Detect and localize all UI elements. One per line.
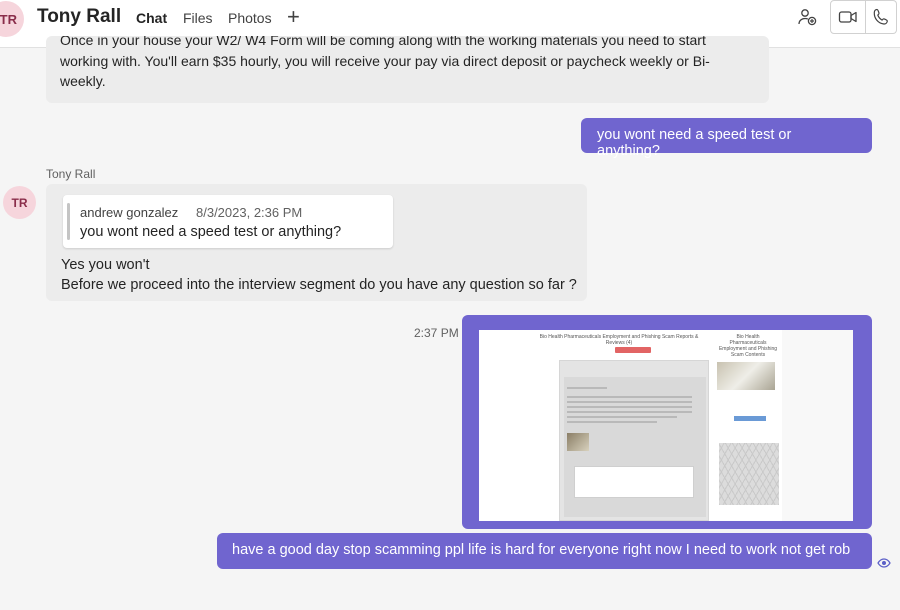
screenshot-text-line: [567, 396, 692, 398]
screenshot-pattern-block: [719, 443, 779, 505]
screenshot-text-line: [567, 387, 607, 389]
quote-bar: [67, 203, 70, 240]
message-line: working with. You'll earn $35 hourly, yo…: [60, 52, 710, 69]
received-message[interactable]: andrew gonzalez 8/3/2023, 2:36 PM you wo…: [46, 184, 587, 301]
received-message[interactable]: Once in your house your W2/ W4 Form will…: [46, 36, 769, 103]
screenshot-red-button: [615, 347, 651, 353]
sent-message[interactable]: have a good day stop scamming ppl life i…: [217, 533, 872, 569]
message-body: Yes you won't Before we proceed into the…: [61, 255, 577, 295]
plus-icon[interactable]: +: [287, 4, 300, 30]
message-line: Once in your house your W2/ W4 Form will…: [60, 36, 706, 48]
screenshot-side-title: Bio Health Pharmaceuticals Employment an…: [718, 334, 778, 358]
eye-icon: [877, 555, 891, 573]
screenshot-text-line: [567, 401, 692, 403]
message-line: weekly.: [60, 73, 106, 89]
screenshot-diagram: [574, 466, 694, 498]
phone-call-icon[interactable]: [865, 0, 897, 34]
screenshot-text-line: [567, 411, 692, 413]
quote-text: you wont need a speed test or anything?: [80, 224, 342, 240]
quote-timestamp: 8/3/2023, 2:36 PM: [196, 205, 303, 220]
chat-title: Tony Rall: [37, 6, 122, 27]
people-add-icon[interactable]: [794, 0, 820, 34]
tab-files[interactable]: Files: [183, 10, 213, 26]
screenshot-text-line: [567, 421, 657, 423]
screenshot-right-margin: [782, 330, 853, 521]
message-timestamp: 2:37 PM: [414, 326, 459, 340]
screenshot-title: Bio Health Pharmaceuticals Employment an…: [539, 334, 699, 346]
tab-chat[interactable]: Chat: [136, 10, 167, 26]
tab-photos[interactable]: Photos: [228, 10, 272, 26]
sent-message[interactable]: you wont need a speed test or anything?: [581, 118, 872, 159]
quote-author: andrew gonzalez: [80, 205, 179, 220]
webpage-screenshot-image[interactable]: Bio Health Pharmaceuticals Employment an…: [479, 330, 853, 521]
screenshot-text-line: [567, 416, 677, 418]
avatar[interactable]: TR: [0, 1, 24, 37]
message-line: Before we proceed into the interview seg…: [61, 277, 577, 293]
screenshot-thumbnail: [567, 433, 589, 451]
screenshot-side-image: [717, 362, 775, 390]
sender-name: Tony Rall: [46, 167, 96, 181]
sent-image-message[interactable]: Bio Health Pharmaceuticals Employment an…: [462, 315, 872, 529]
avatar[interactable]: TR: [3, 186, 36, 219]
video-call-icon[interactable]: [830, 0, 866, 34]
message-line: Yes you won't: [61, 257, 150, 273]
quoted-message[interactable]: andrew gonzalez 8/3/2023, 2:36 PM you wo…: [63, 195, 393, 248]
screenshot-text-line: [567, 406, 692, 408]
screenshot-blue-button: [734, 416, 766, 421]
